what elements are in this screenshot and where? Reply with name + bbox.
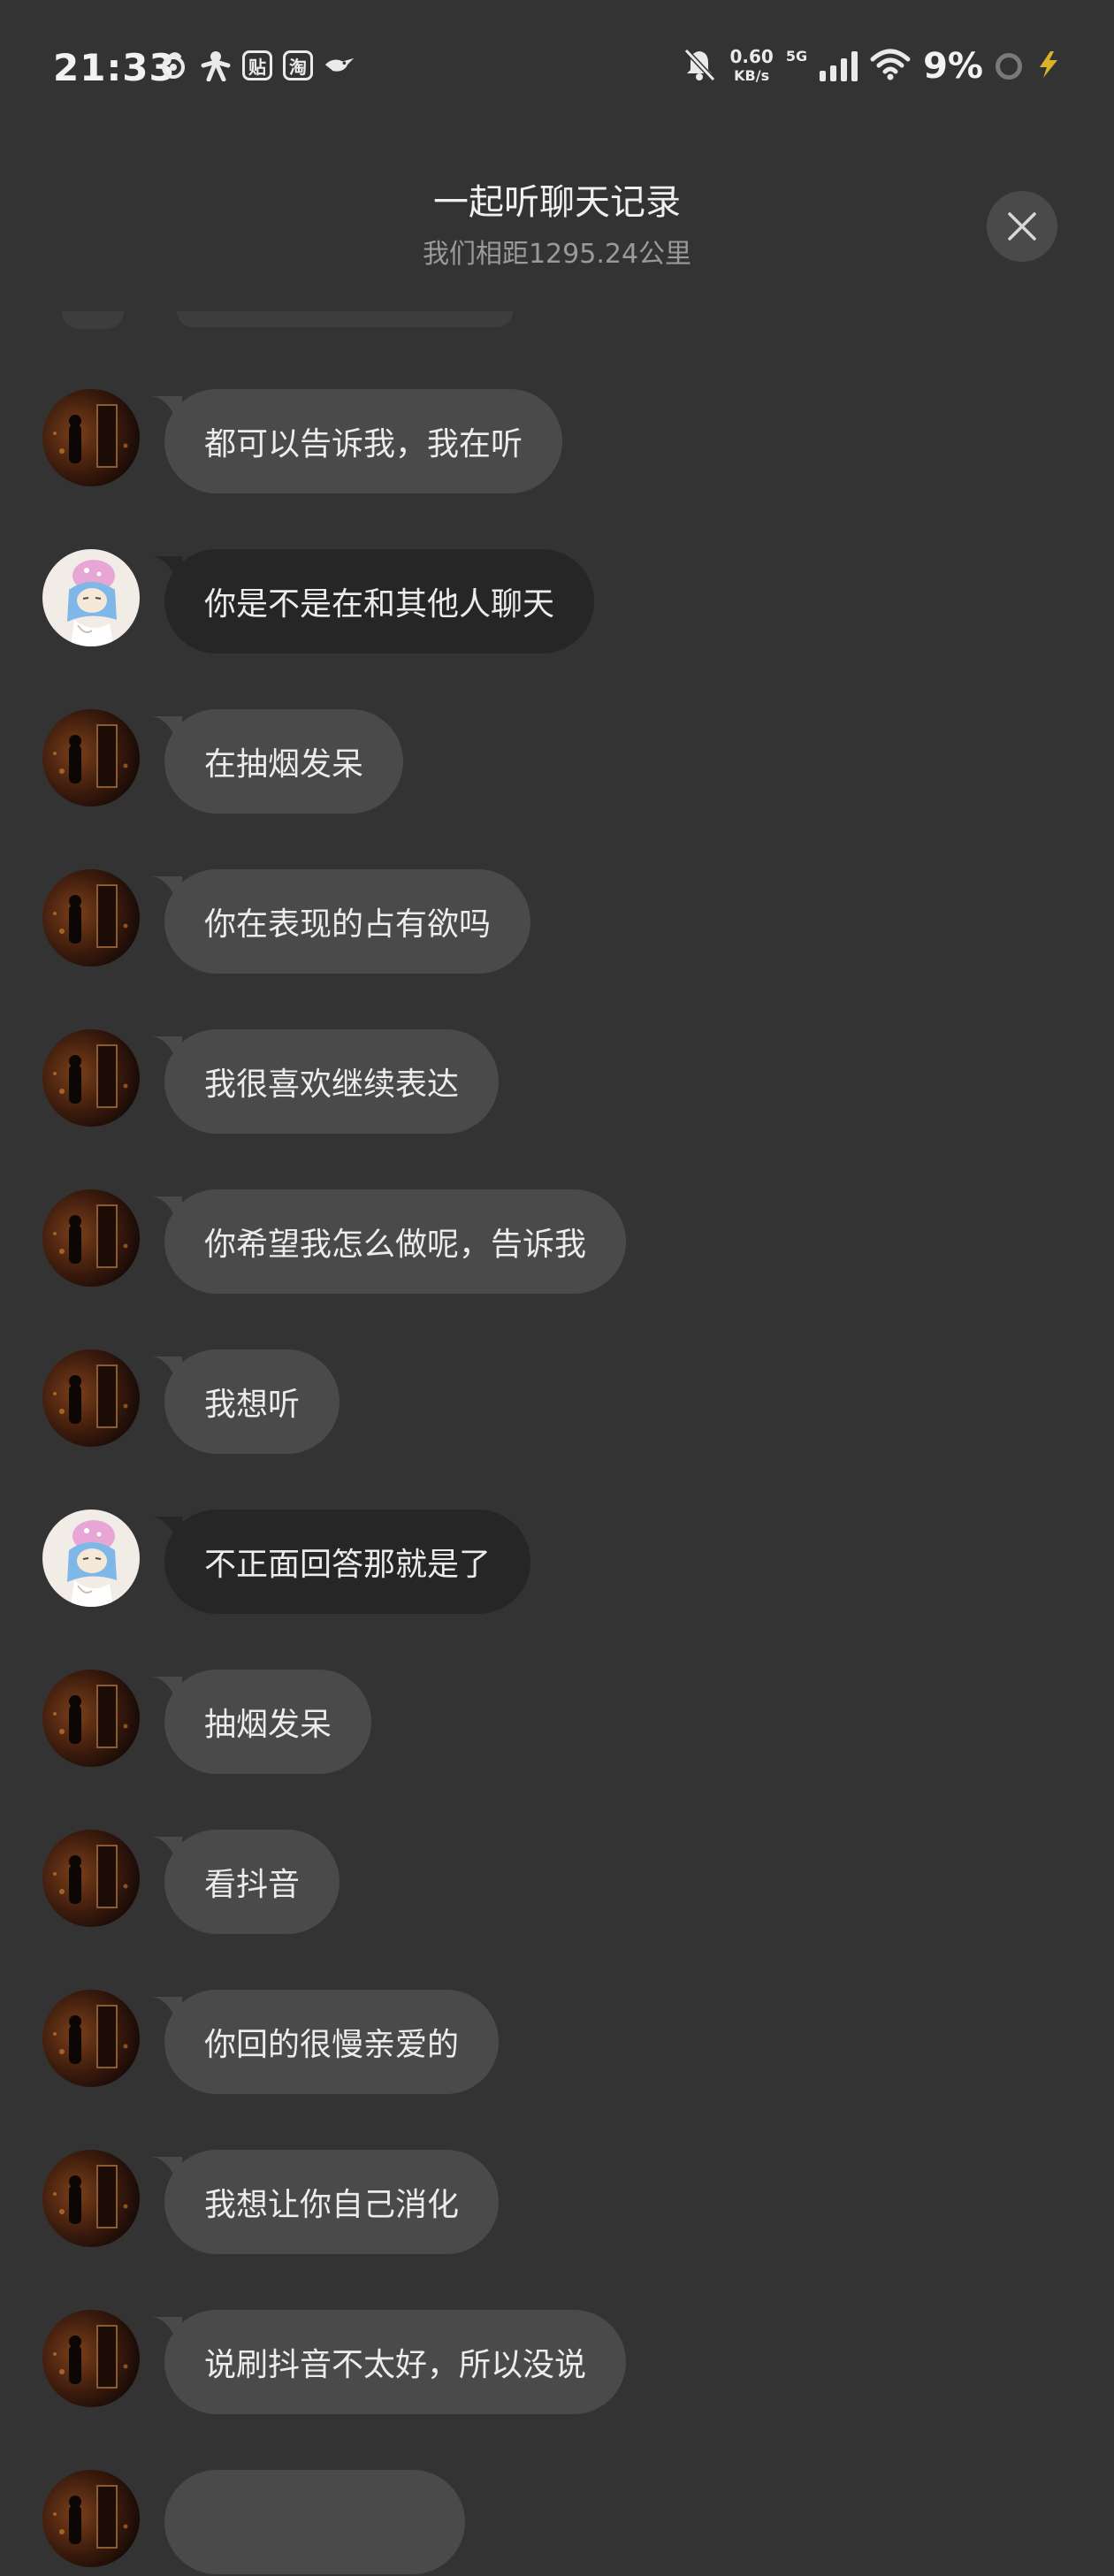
chat-message: 你在表现的占有欲吗 — [0, 869, 1114, 975]
message-bubble[interactable]: 看抖音 — [164, 1830, 340, 1934]
avatar[interactable] — [42, 1670, 140, 1767]
close-button[interactable] — [987, 191, 1057, 262]
message-bubble-partial[interactable] — [164, 2470, 465, 2574]
chat-message: 你是不是在和其他人聊天 — [0, 549, 1114, 655]
message-bubble[interactable]: 你在表现的占有欲吗 — [164, 869, 531, 974]
tieba-icon: 贴 — [242, 50, 272, 80]
message-bubble[interactable]: 不正面回答那就是了 — [164, 1510, 531, 1614]
chat-message: 说刷抖音不太好，所以没说 — [0, 2310, 1114, 2416]
battery-ring-icon — [996, 53, 1022, 80]
message-bubble[interactable]: 你回的很慢亲爱的 — [164, 1990, 500, 2094]
message-bubble[interactable]: 说刷抖音不太好，所以没说 — [164, 2310, 627, 2414]
chat-message: 不正面回答那就是了 — [0, 1510, 1114, 1616]
netease-music-icon — [157, 50, 189, 81]
message-bubble[interactable]: 都可以告诉我，我在听 — [164, 389, 563, 493]
message-bubble[interactable]: 我想让你自己消化 — [164, 2150, 500, 2254]
chat-message-partial — [0, 2470, 1114, 2576]
signal-icon — [820, 51, 858, 81]
page-title: 一起听聊天记录 — [433, 182, 681, 223]
message-bubble[interactable]: 你是不是在和其他人聊天 — [164, 549, 595, 654]
network-type: 5G — [785, 48, 808, 65]
message-bubble[interactable]: 你希望我怎么做呢，告诉我 — [164, 1189, 627, 1294]
mute-bell-icon — [682, 47, 717, 86]
avatar[interactable] — [42, 549, 140, 646]
avatar[interactable] — [42, 1189, 140, 1287]
status-bar: 21:33 贴 淘 0.60 KB/s 5G 9% — [0, 0, 1114, 133]
close-icon — [1008, 212, 1036, 241]
avatar[interactable] — [42, 2470, 140, 2567]
notification-icons: 贴 淘 — [157, 50, 355, 81]
chat-message: 都可以告诉我，我在听 — [0, 389, 1114, 495]
avatar[interactable] — [42, 389, 140, 486]
system-indicators: 0.60 KB/s 5G 9% — [682, 46, 1061, 87]
message-bubble[interactable]: 我很喜欢继续表达 — [164, 1029, 500, 1134]
battery-percent: 9% — [923, 46, 983, 87]
chat-message: 你希望我怎么做呢，告诉我 — [0, 1189, 1114, 1296]
avatar[interactable] — [42, 1510, 140, 1607]
avatar[interactable] — [42, 709, 140, 806]
chat-message: 看抖音 — [0, 1830, 1114, 1936]
avatar[interactable] — [42, 1349, 140, 1447]
avatar[interactable] — [42, 1830, 140, 1927]
message-bubble[interactable]: 在抽烟发呆 — [164, 709, 404, 814]
message-bubble[interactable]: 我想听 — [164, 1349, 340, 1454]
chat-message: 我想让你自己消化 — [0, 2150, 1114, 2256]
scrolled-message-edge — [44, 311, 513, 334]
taobao-icon: 淘 — [283, 50, 313, 80]
distance-subtitle: 我们相距1295.24公里 — [422, 239, 692, 270]
chat-message: 在抽烟发呆 — [0, 709, 1114, 815]
wifi-icon — [870, 49, 911, 84]
net-speed: 0.60 KB/s — [729, 46, 774, 84]
chat-message: 你回的很慢亲爱的 — [0, 1990, 1114, 2096]
chat-message: 我很喜欢继续表达 — [0, 1029, 1114, 1135]
avatar[interactable] — [42, 1990, 140, 2087]
avatar[interactable] — [42, 1029, 140, 1127]
message-bubble[interactable]: 抽烟发呆 — [164, 1670, 372, 1774]
charging-icon — [1034, 50, 1061, 83]
avatar[interactable] — [42, 869, 140, 967]
bird-app-icon — [324, 50, 355, 81]
chat-message: 我想听 — [0, 1349, 1114, 1456]
chat-message: 抽烟发呆 — [0, 1670, 1114, 1776]
avatar[interactable] — [42, 2310, 140, 2407]
person-app-icon — [200, 50, 232, 81]
avatar[interactable] — [42, 2150, 140, 2247]
